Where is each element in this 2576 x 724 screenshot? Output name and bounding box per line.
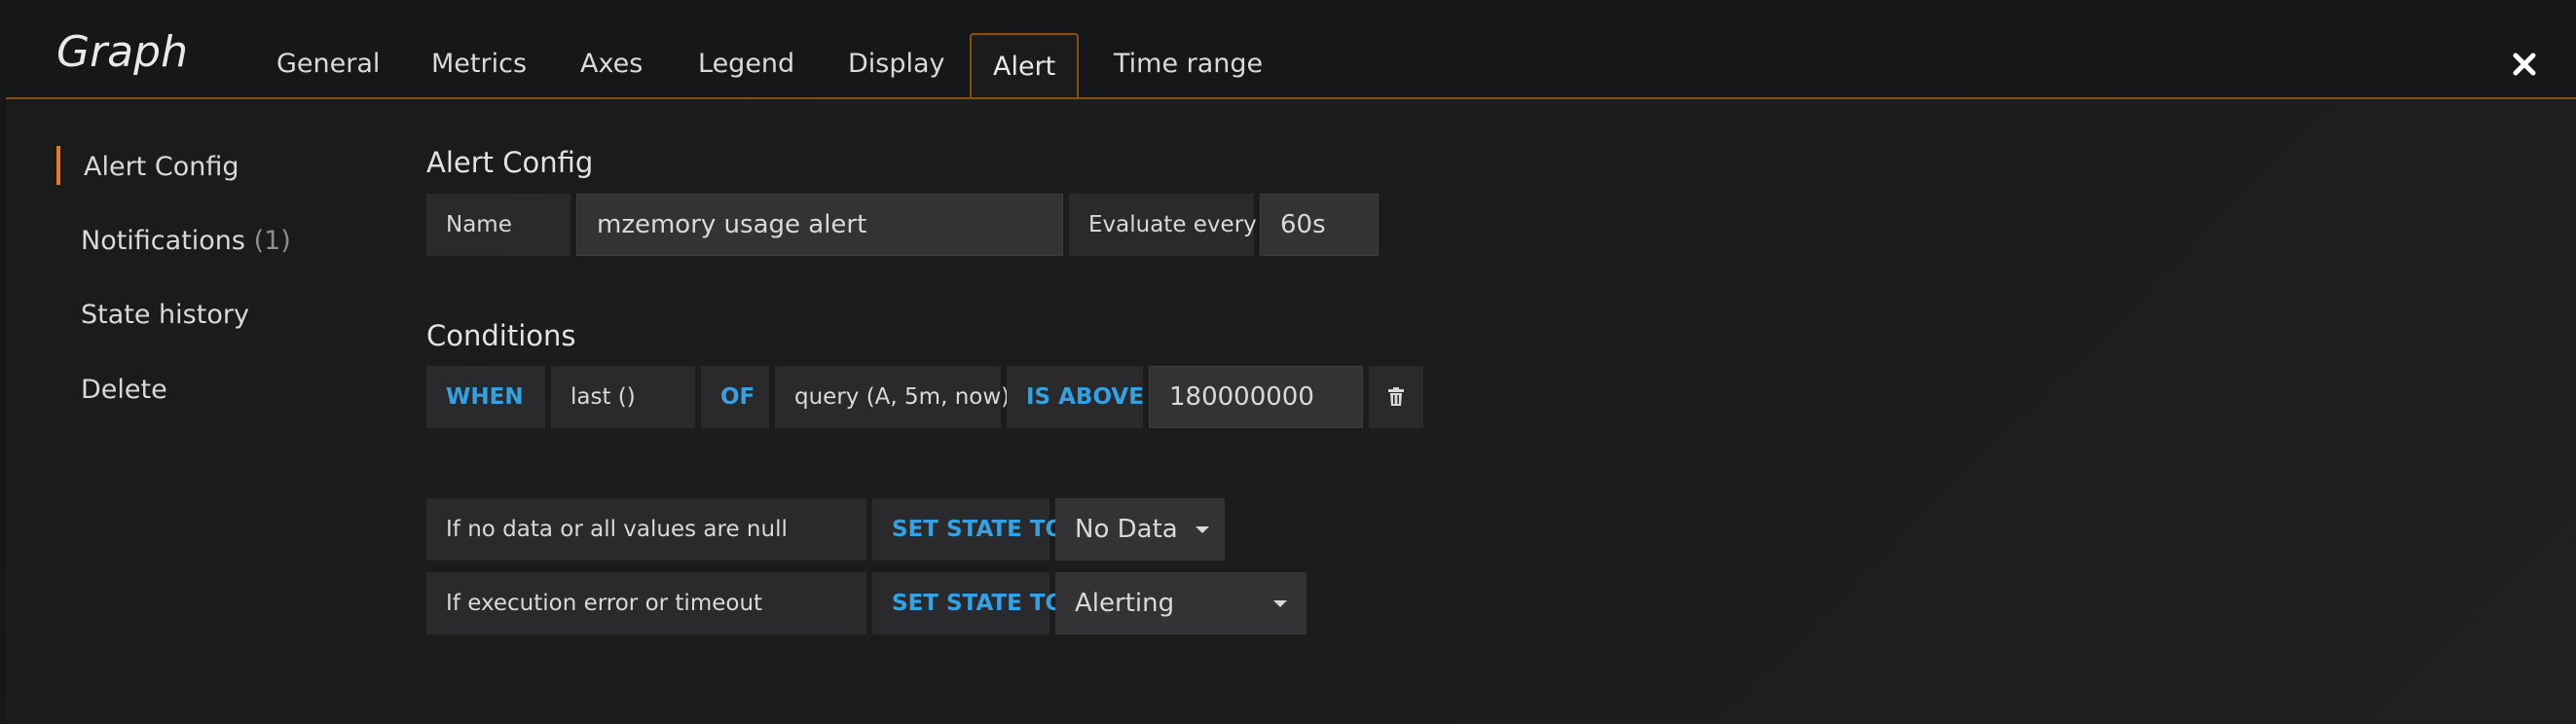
close-icon-glyph (2513, 53, 2536, 76)
sidebar-item-state-history[interactable]: State history (81, 300, 249, 330)
sidebar-item-alert-config[interactable]: Alert Config (84, 152, 239, 182)
no-data-state-select[interactable]: No Data (1055, 498, 1225, 561)
tab-general[interactable]: General (276, 49, 380, 79)
exec-error-state-value: Alerting (1075, 589, 1175, 618)
no-data-set-state-keyword: SET STATE TO (872, 498, 1064, 561)
sidebar-item-delete[interactable]: Delete (81, 375, 167, 405)
of-keyword: OF (701, 366, 769, 428)
close-icon[interactable] (2512, 47, 2537, 86)
chevron-down-icon (1195, 525, 1209, 533)
when-keyword[interactable]: WHEN (426, 366, 545, 428)
name-label: Name (426, 194, 570, 256)
alert-config-title: Alert Config (426, 146, 594, 179)
evaluate-every-label: Evaluate every (1069, 194, 1257, 256)
query-select[interactable]: query (A, 5m, now) (775, 366, 1010, 428)
conditions-title: Conditions (426, 319, 576, 352)
alert-name-input[interactable]: mzemory usage alert (576, 194, 1063, 256)
reducer-select[interactable]: last () (551, 366, 695, 428)
sidebar-item-notifications-label: Notifications (81, 226, 245, 256)
evaluator-select[interactable]: IS ABOVE (1007, 366, 1144, 428)
no-data-condition-label: If no data or all values are null (426, 498, 866, 561)
tab-axes[interactable]: Axes (580, 49, 643, 79)
exec-error-set-state-keyword: SET STATE TO (872, 572, 1064, 634)
tab-legend[interactable]: Legend (698, 49, 794, 79)
threshold-input[interactable]: 180000000 (1149, 366, 1363, 428)
tab-display[interactable]: Display (848, 49, 945, 79)
evaluate-every-input[interactable]: 60s (1260, 194, 1379, 256)
tab-time-range[interactable]: Time range (1114, 49, 1263, 79)
panel-editor: Graph General Metrics Axes Legend Displa… (6, 0, 2576, 724)
sidebar-active-indicator (56, 146, 60, 185)
chevron-down-icon (1273, 599, 1287, 607)
exec-error-state-select[interactable]: Alerting (1055, 572, 1306, 634)
no-data-state-value: No Data (1075, 515, 1178, 544)
panel-title: Graph (56, 27, 188, 77)
notifications-count: (1) (253, 226, 291, 256)
tab-metrics[interactable]: Metrics (431, 49, 527, 79)
tab-alert-label: Alert (993, 51, 1056, 82)
editor-header: Graph General Metrics Axes Legend Displa… (6, 0, 2576, 99)
trash-icon (1388, 387, 1404, 406)
sidebar-item-notifications[interactable]: Notifications (1) (81, 226, 291, 256)
tab-alert[interactable]: Alert (970, 33, 1080, 97)
exec-error-condition-label: If execution error or timeout (426, 572, 866, 634)
remove-condition-button[interactable] (1369, 366, 1423, 428)
